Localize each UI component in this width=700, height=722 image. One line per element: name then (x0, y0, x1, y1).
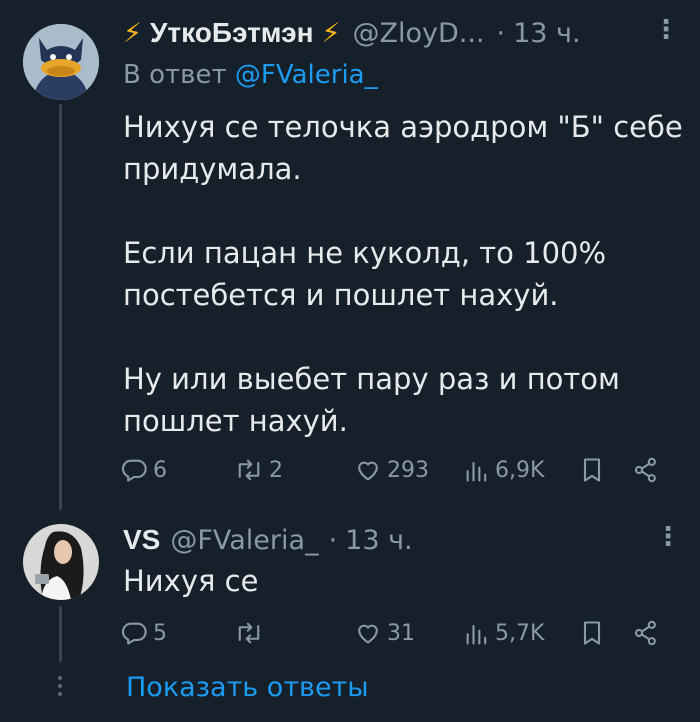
show-replies-link[interactable]: Показать ответы (126, 672, 369, 703)
thread-line-2 (59, 606, 62, 662)
timestamp[interactable]: 13 ч. (345, 525, 412, 556)
tweet2-header: VS @FValeria_ · 13 ч. (123, 524, 413, 556)
more-options-icon[interactable]: ⋮ (653, 17, 679, 43)
display-name[interactable]: УткоБэтмэн (150, 17, 314, 49)
tweet1-actions: 6 2 293 6,9K (120, 452, 668, 488)
avatar-utkobatman[interactable] (23, 24, 99, 100)
share-button[interactable] (632, 452, 660, 488)
timestamp[interactable]: 13 ч. (513, 18, 580, 49)
share-icon (634, 457, 656, 483)
views-button[interactable]: 5,7K (464, 615, 544, 651)
heart-icon (358, 624, 378, 644)
tweet-text: Нихуя се телочка аэродром "Б" себе приду… (123, 110, 683, 438)
separator: · (496, 17, 506, 49)
display-name[interactable]: VS (123, 524, 160, 556)
views-icon (466, 624, 487, 645)
reply-icon (121, 459, 147, 482)
retweet-icon (238, 622, 260, 644)
reply-button[interactable]: 5 (120, 615, 167, 651)
like-count: 31 (387, 620, 415, 646)
views-icon (466, 461, 487, 482)
share-icon (634, 620, 656, 646)
reply-to-handle[interactable]: @FValeria_ (235, 60, 378, 90)
like-button[interactable]: 31 (354, 615, 415, 651)
share-button[interactable] (632, 615, 660, 651)
reply-count: 6 (153, 457, 167, 483)
reply-icon (121, 622, 147, 645)
handle[interactable]: @FValeria_ (170, 525, 318, 556)
more-replies-dots-icon (55, 672, 65, 700)
lightning-icon: ⚡ (321, 17, 341, 49)
handle[interactable]: @ZloyD... (352, 18, 484, 49)
retweet-icon (238, 459, 260, 481)
separator: · (328, 524, 338, 556)
lightning-icon: ⚡ (123, 17, 142, 49)
reply-context: В ответ @FValeria_ (123, 60, 378, 90)
bookmark-button[interactable] (580, 615, 604, 651)
views-button[interactable]: 6,9K (464, 452, 544, 488)
more-options-icon[interactable]: ⋮ (655, 524, 681, 550)
reply-prefix: В ответ (123, 60, 227, 90)
retweet-button[interactable] (234, 615, 269, 651)
tweet1-header: ⚡ УткоБэтмэн ⚡ @ZloyD... · 13 ч. (123, 17, 581, 49)
bookmark-icon (583, 621, 601, 645)
tweet2-actions: 5 31 5,7K (120, 615, 668, 651)
tweet-text: Нихуя се (123, 564, 259, 598)
views-count: 5,7K (495, 620, 545, 646)
views-count: 6,9K (495, 457, 545, 483)
thread-line-1 (59, 104, 62, 510)
reply-button[interactable]: 6 (120, 452, 167, 488)
bookmark-button[interactable] (580, 452, 604, 488)
retweet-button[interactable]: 2 (234, 452, 283, 488)
reply-count: 5 (153, 620, 167, 646)
heart-icon (358, 461, 378, 481)
like-count: 293 (387, 457, 429, 483)
avatar-vs[interactable] (23, 524, 99, 600)
like-button[interactable]: 293 (354, 452, 429, 488)
retweet-count: 2 (269, 457, 283, 483)
bookmark-icon (583, 458, 601, 482)
